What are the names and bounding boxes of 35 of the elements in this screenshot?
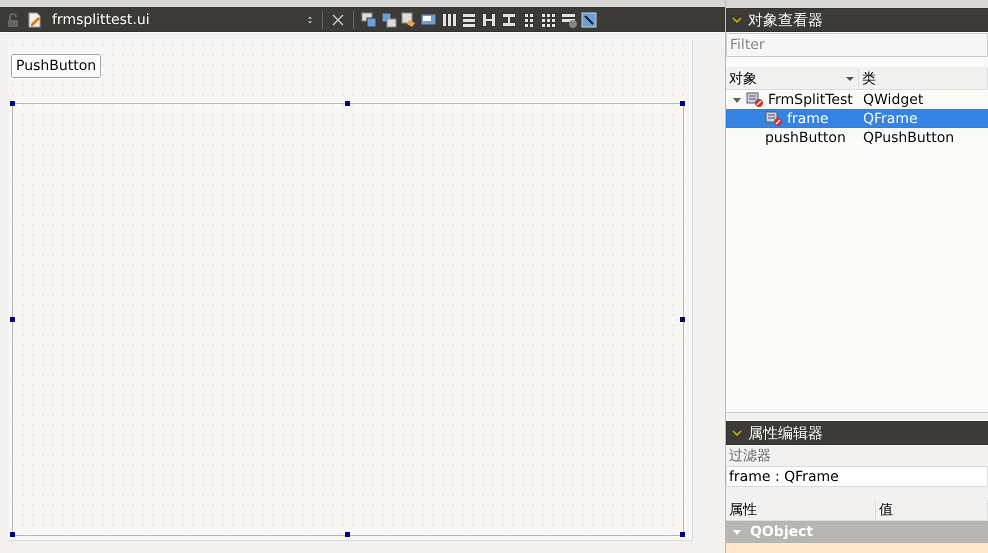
- filter-field[interactable]: Filter: [726, 33, 988, 57]
- column-header[interactable]: 值: [876, 500, 988, 520]
- selection-handle[interactable]: [680, 101, 685, 106]
- class-name: QWidget: [862, 92, 924, 108]
- widget-icon: [746, 92, 764, 108]
- tree-row[interactable]: FrmSplitTest QWidget: [726, 90, 988, 109]
- widget-icon: [765, 110, 783, 126]
- group-name: QObject: [750, 524, 814, 540]
- panel-title: 属性编辑器: [748, 424, 823, 442]
- bring-to-front-icon[interactable]: [360, 10, 378, 28]
- selection-handle[interactable]: [345, 101, 350, 106]
- object-name: FrmSplitTest: [768, 92, 853, 108]
- class-name: QPushButton: [862, 130, 956, 146]
- object-label: frame : QFrame: [729, 468, 839, 484]
- chevron-icon[interactable]: [732, 429, 742, 437]
- panel-title: 对象查看器: [748, 10, 823, 30]
- tree-row[interactable]: pushButton QPushButton: [726, 128, 988, 147]
- column-header[interactable]: 属性: [726, 500, 876, 520]
- send-to-back-icon[interactable]: [380, 10, 398, 28]
- file-name: frmsplittest.ui: [52, 12, 150, 28]
- chevron-icon[interactable]: [732, 16, 742, 24]
- column-header[interactable]: 类: [859, 69, 988, 89]
- selection-handle[interactable]: [680, 316, 685, 322]
- selection-handle[interactable]: [10, 316, 15, 322]
- selection-handle[interactable]: [10, 101, 15, 106]
- column-header[interactable]: 对象: [726, 69, 859, 89]
- tree-row[interactable]: frame QFrame: [726, 109, 988, 128]
- sort-arrow-icon: [845, 75, 855, 83]
- selection-handle[interactable]: [345, 532, 350, 537]
- object-name: pushButton: [765, 130, 846, 146]
- selection-handle[interactable]: [10, 532, 15, 537]
- selection-handle[interactable]: [680, 532, 685, 537]
- push-button[interactable]: PushButton: [11, 54, 102, 78]
- object-name: frame: [787, 110, 829, 126]
- class-name: QFrame: [862, 110, 919, 126]
